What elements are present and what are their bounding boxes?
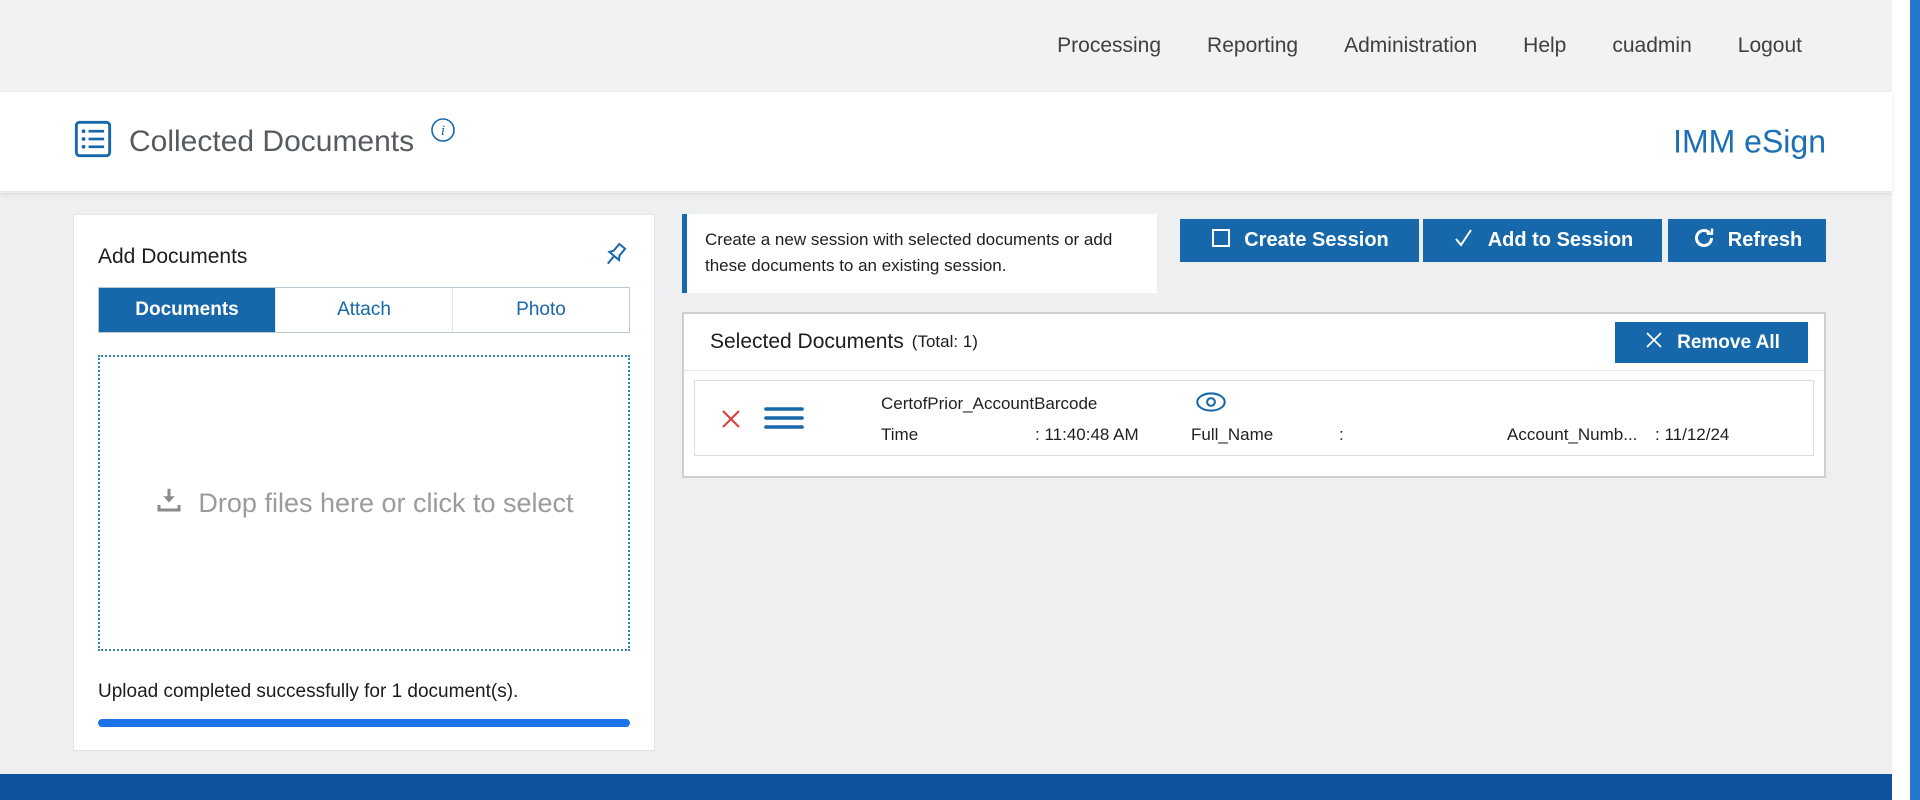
create-session-button[interactable]: Create Session	[1180, 219, 1419, 262]
top-navigation: Processing Reporting Administration Help…	[0, 0, 1892, 92]
nav-item-logout[interactable]: Logout	[1738, 34, 1802, 58]
nav-item-administration[interactable]: Administration	[1344, 34, 1477, 58]
nav-item-reporting[interactable]: Reporting	[1207, 34, 1298, 58]
tab-photo[interactable]: Photo	[453, 288, 629, 332]
app-window: Processing Reporting Administration Help…	[0, 0, 1892, 800]
add-to-session-button[interactable]: Add to Session	[1423, 219, 1662, 262]
nav-item-help[interactable]: Help	[1523, 34, 1566, 58]
document-row: CertofPrior_AccountBarcode Time : 11:40:…	[694, 380, 1814, 456]
nav-item-processing[interactable]: Processing	[1057, 34, 1161, 58]
nav-item-user-cuadmin[interactable]: cuadmin	[1612, 34, 1691, 58]
delete-row-icon[interactable]	[719, 407, 743, 436]
drag-handle-icon[interactable]	[764, 405, 804, 436]
document-name: CertofPrior_AccountBarcode	[881, 394, 1097, 414]
tab-documents[interactable]: Documents	[99, 288, 276, 332]
brand-logo-text: IMM eSign	[1673, 123, 1826, 160]
file-dropzone[interactable]: Drop files here or click to select	[98, 355, 630, 651]
right-edge-scrollbar[interactable]	[1910, 0, 1920, 800]
add-documents-title: Add Documents	[98, 245, 247, 269]
time-value: : 11:40:48 AM	[1035, 425, 1139, 445]
page-title: Collected Documents	[129, 125, 414, 159]
session-info-message: Create a new session with selected docum…	[682, 214, 1157, 293]
page-body: Add Documents Documents Attach Photo	[0, 193, 1892, 774]
add-documents-tabs: Documents Attach Photo	[98, 287, 630, 333]
selected-documents-total: (Total: 1)	[912, 332, 978, 352]
download-icon	[154, 485, 184, 522]
add-documents-card: Add Documents Documents Attach Photo	[73, 214, 655, 751]
upload-progress-bar	[98, 719, 630, 727]
selected-documents-title: Selected Documents	[710, 330, 904, 354]
selected-documents-header: Selected Documents (Total: 1) Remove All	[684, 314, 1824, 371]
refresh-label: Refresh	[1728, 229, 1802, 252]
refresh-button[interactable]: Refresh	[1668, 219, 1826, 262]
page-header: Collected Documents i IMM eSign	[0, 92, 1892, 192]
time-label: Time	[881, 425, 918, 445]
close-icon	[1643, 329, 1665, 357]
full-name-value: :	[1339, 425, 1344, 445]
pin-icon[interactable]	[600, 240, 630, 275]
info-icon[interactable]: i	[430, 117, 456, 148]
account-number-label: Account_Numb...	[1507, 425, 1637, 445]
square-icon	[1210, 227, 1232, 255]
upload-status-text: Upload completed successfully for 1 docu…	[98, 681, 630, 703]
create-session-label: Create Session	[1244, 229, 1389, 252]
add-documents-header: Add Documents	[98, 237, 630, 277]
dropzone-label: Drop files here or click to select	[198, 488, 573, 519]
selected-documents-panel: Selected Documents (Total: 1) Remove All	[682, 312, 1826, 478]
account-number-value: : 11/12/24	[1655, 425, 1729, 445]
page-header-left: Collected Documents i	[73, 92, 456, 191]
eye-icon[interactable]	[1195, 391, 1227, 418]
tab-attach[interactable]: Attach	[276, 288, 453, 332]
add-to-session-label: Add to Session	[1488, 229, 1634, 252]
remove-all-label: Remove All	[1677, 332, 1780, 354]
document-list-icon	[73, 119, 113, 164]
footer-bar	[0, 774, 1892, 800]
check-icon	[1452, 226, 1476, 256]
full-name-label: Full_Name	[1191, 425, 1273, 445]
svg-text:i: i	[441, 123, 445, 139]
refresh-icon	[1692, 226, 1716, 256]
remove-all-button[interactable]: Remove All	[1615, 322, 1808, 363]
